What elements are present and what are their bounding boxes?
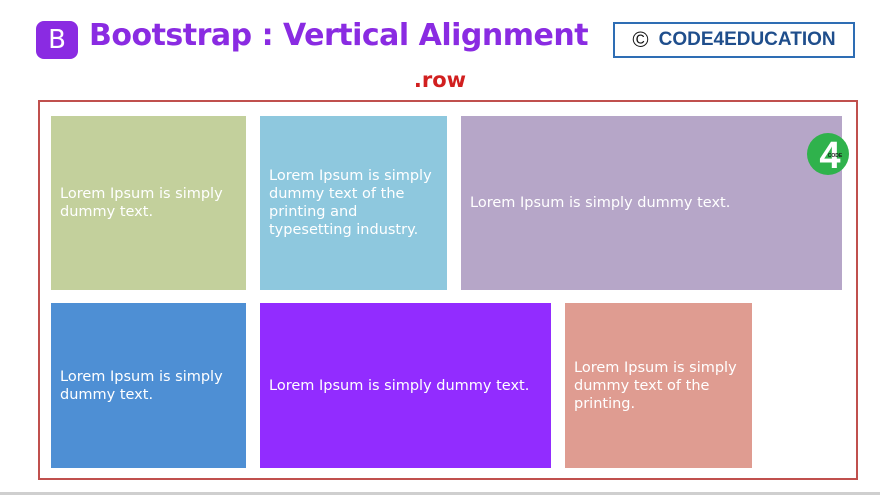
column-cell: Lorem Ipsum is simply dummy text of the … [565,303,752,468]
brand-name: CODE4EDUCATION [658,29,836,50]
code4-watermark-icon: 4 CODE [807,133,849,176]
column-cell: Lorem Ipsum is simply dummy text of the … [260,116,447,290]
column-cell: Lorem Ipsum is simply dummy text. [260,303,551,468]
brand-badge: © CODE4EDUCATION [613,22,855,58]
bootstrap-logo-icon: B [36,21,78,59]
column-cell: Lorem Ipsum is simply dummy text. [51,116,246,290]
column-cell: Lorem Ipsum is simply dummy text. [51,303,246,468]
watermark-label: CODE [828,153,843,159]
copyright-icon: © [632,27,649,52]
column-cell: Lorem Ipsum is simply dummy text. [461,116,842,290]
subtitle: .row [413,68,467,92]
page-title: Bootstrap : Vertical Alignment [89,18,589,53]
